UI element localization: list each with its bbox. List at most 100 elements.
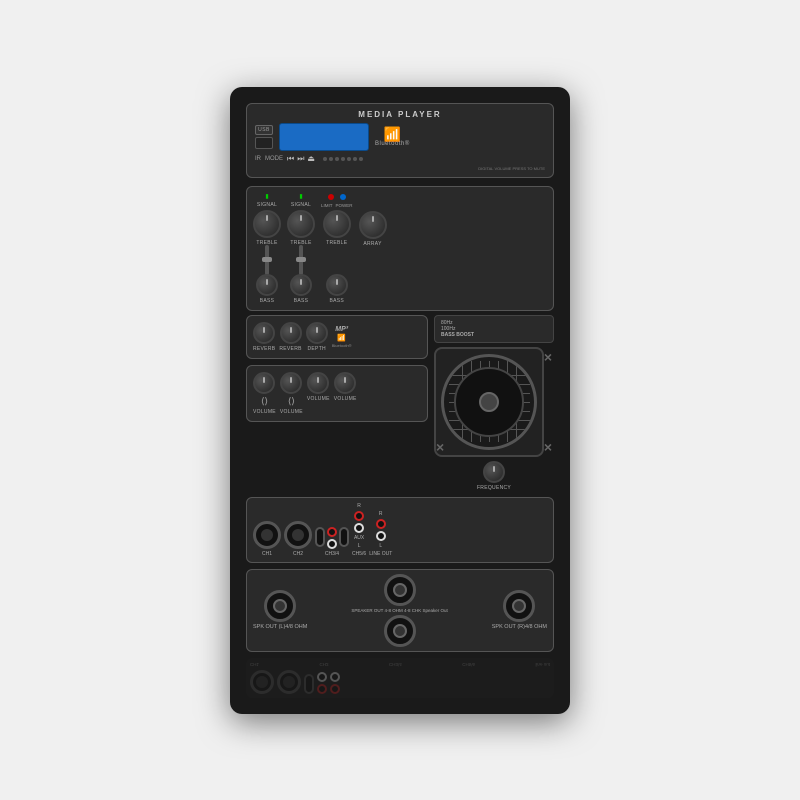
ch2-eq: ▮ SIGNAL TREBLE BASS (287, 193, 315, 304)
indicator-dot (335, 157, 339, 161)
volume-section: ⟨⟩ VOLUME ⟨⟩ VOLUME VOLUME VOLUME (246, 365, 428, 422)
ch56-rca-r[interactable] (354, 511, 364, 521)
indicator-dot (323, 157, 327, 161)
bass-label-3: BASS (329, 298, 344, 304)
spk-out-section: SPK OUT (L)4/8 OHM SPEAKER OUT 4-8 OHM 4… (246, 569, 554, 652)
ch1-port-col: CH1 (253, 521, 281, 557)
usb-label: USB (258, 127, 270, 133)
indicator-dot (347, 157, 351, 161)
vol-col-3: VOLUME (307, 372, 330, 415)
volume-knob-2[interactable] (280, 372, 302, 394)
ch2-xlr[interactable] (284, 521, 312, 549)
signal-led-1: ▮ (265, 193, 268, 200)
power-label: POWER (336, 203, 353, 208)
volume-knob-3[interactable] (307, 372, 329, 394)
r-label-2: R (379, 511, 383, 517)
reverb-knob-1[interactable] (253, 322, 275, 344)
aux-label: AUX (354, 535, 364, 541)
left-controls: REVERB REVERB DEPTH MP³ 📶 Bluetooth® (246, 315, 428, 491)
treble-knob-1[interactable] (253, 210, 281, 238)
depth-label: DEPTH (308, 346, 326, 352)
ch34-eq: LIMIT POWER TREBLE BASS (321, 193, 353, 304)
treble-knob-3[interactable] (323, 210, 351, 238)
corner-x-tr: × (544, 349, 552, 365)
ir-label: IR (255, 156, 261, 162)
ch1-label: CH1 (262, 551, 272, 557)
ch1-eq: ▮ SIGNAL TREBLE BASS (253, 193, 281, 304)
speaker-out-center-label: SPEAKER OUT 4-8 OHM 4-8 CHK Speaker Out (351, 608, 447, 613)
bluetooth-small-icon: 📶 (337, 334, 346, 342)
ch34-rca-r[interactable] (327, 527, 337, 537)
ports-section: CH1 CH2 CH3/4 (246, 497, 554, 563)
spk-left-port[interactable] (264, 590, 296, 622)
ch34-label: CH3/4 (325, 551, 339, 557)
depth-col: DEPTH (306, 322, 328, 352)
fan-grill (441, 354, 537, 450)
ch34-port-col: CH3/4 (315, 527, 349, 557)
device-panel: MEDIA PLAYER USB 📶 Bluetooth® IR MODE ⏮ … (230, 87, 570, 714)
spk-center-port-2[interactable] (384, 615, 416, 647)
array-knob[interactable] (359, 211, 387, 239)
r-label: R (357, 503, 361, 509)
right-fan-section: 80Hz 100Hz BASS BOOST × × (434, 315, 554, 491)
ch1-xlr[interactable] (253, 521, 281, 549)
bluetooth-badge: 📶 Bluetooth® (375, 127, 410, 147)
sub-volume-knob[interactable] (334, 372, 356, 394)
bass-knob-3[interactable] (326, 274, 348, 296)
indicator-dot (329, 157, 333, 161)
signal-led-2: ▮ (299, 193, 302, 200)
bluetooth-small-text: Bluetooth® (332, 343, 352, 348)
array-label: ARRAY (363, 241, 381, 247)
spk-right-col: SPK OUT (R)4/8 OHM (492, 590, 547, 630)
reverb-knob-2[interactable] (280, 322, 302, 344)
signal-label-2: SIGNAL (291, 202, 311, 208)
vol-col-1: ⟨⟩ VOLUME (253, 372, 276, 415)
fan-assembly: × × (434, 347, 554, 457)
transport-controls: ⏮ ⏭ ⏏ (287, 154, 315, 164)
sub-volume-label: VOLUME (334, 396, 357, 402)
bass-knob-1[interactable] (256, 274, 278, 296)
media-player-title: MEDIA PLAYER (255, 110, 545, 119)
limit-led (328, 194, 334, 200)
ch56-port-col: R AUX L CH5/6 (352, 503, 366, 557)
frequency-col: FREQUENCY (434, 461, 554, 491)
reverb-col-1: REVERB (253, 322, 275, 352)
spk-right-port[interactable] (503, 590, 535, 622)
eject-btn[interactable]: ⏏ (307, 154, 315, 163)
ch2-slider[interactable] (299, 245, 303, 275)
next-btn[interactable]: ⏭ (297, 154, 304, 164)
digital-volume-label: DIGITAL VOLUME PRESS TO MUTE (478, 166, 545, 171)
line-out-rca-l[interactable] (376, 531, 386, 541)
volume-knob-1[interactable] (253, 372, 275, 394)
signal-label-1: SIGNAL (257, 202, 277, 208)
ch34-trs-1[interactable] (315, 527, 325, 547)
ch34-trs-2[interactable] (339, 527, 349, 547)
indicator-dot (341, 157, 345, 161)
frequency-label: FREQUENCY (477, 485, 511, 491)
mirror-ch2: CH2 (319, 662, 328, 667)
reverb-label-1: REVERB (253, 346, 275, 352)
mirror-line: line out (535, 662, 550, 667)
ch56-rca-l[interactable] (354, 523, 364, 533)
prev-btn[interactable]: ⏮ (287, 154, 294, 164)
spk-right-label: SPK OUT (R)4/8 OHM (492, 624, 547, 630)
bass-label-2: BASS (294, 298, 309, 304)
spk-left-col: SPK OUT (L)4/8 OHM (253, 590, 307, 630)
line-out-rca-r[interactable] (376, 519, 386, 529)
l-label-2: L (379, 543, 382, 549)
volume-label-3: VOLUME (307, 396, 330, 402)
bass-knob-2[interactable] (290, 274, 312, 296)
frequency-knob[interactable] (483, 461, 505, 483)
spk-center-port-1[interactable] (384, 574, 416, 606)
ch1-slider[interactable] (265, 245, 269, 275)
fan-container (434, 347, 544, 457)
mirror-ch1: CH1 (250, 662, 259, 667)
lcd-display (279, 123, 369, 151)
fan-center (479, 392, 499, 412)
depth-knob[interactable] (306, 322, 328, 344)
usb-slot[interactable]: USB (255, 125, 273, 135)
freq-100hz: 100Hz (441, 326, 455, 332)
treble-knob-2[interactable] (287, 210, 315, 238)
ch34-rca-l[interactable] (327, 539, 337, 549)
bass-boost-section: 80Hz 100Hz BASS BOOST (434, 315, 554, 343)
